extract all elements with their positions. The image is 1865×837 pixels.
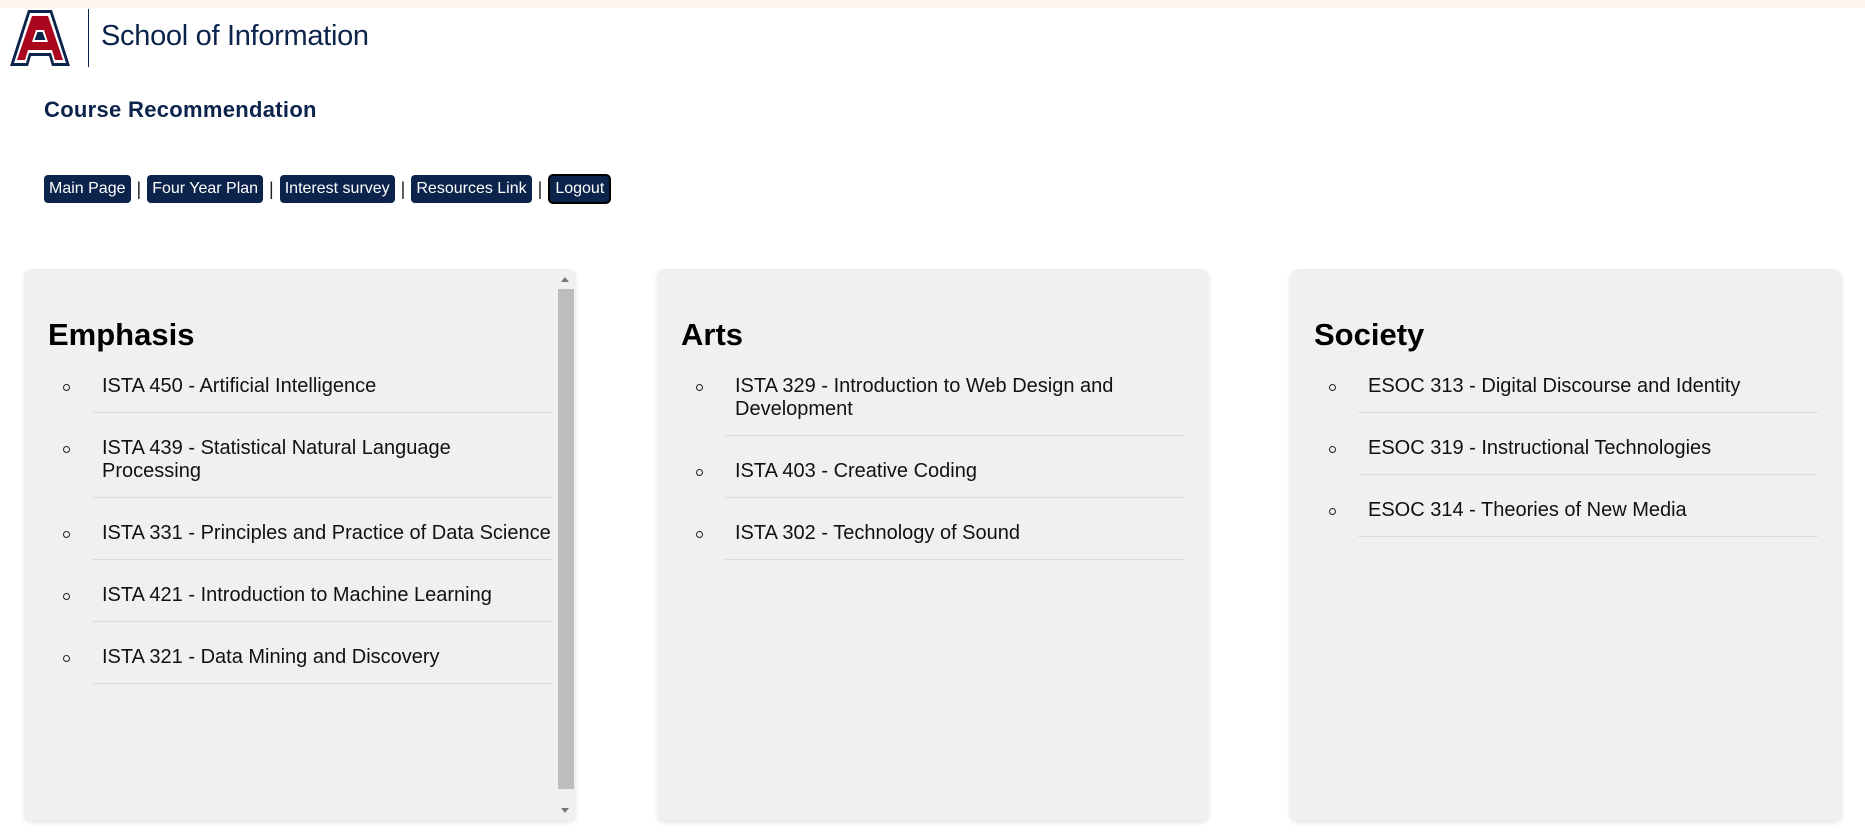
nav-main-page-button[interactable]: Main Page <box>44 175 131 203</box>
panel-emphasis: Emphasis ISTA 450 - Artificial Intellige… <box>24 269 576 821</box>
nav-separator: | <box>269 178 274 199</box>
panel-title: Arts <box>681 317 744 352</box>
school-name[interactable]: School of Information <box>101 20 369 53</box>
scroll-up-arrow-icon[interactable] <box>561 277 569 282</box>
course-item[interactable]: ISTA 439 - Statistical Natural Language … <box>63 437 552 498</box>
site-header: School of Information <box>8 8 369 68</box>
panel-title: Emphasis <box>48 317 195 352</box>
course-item[interactable]: ISTA 321 - Data Mining and Discovery <box>63 646 552 684</box>
course-item[interactable]: ESOC 314 - Theories of New Media <box>1329 499 1818 537</box>
nav-four-year-plan-button[interactable]: Four Year Plan <box>147 175 264 203</box>
course-item[interactable]: ESOC 313 - Digital Discourse and Identit… <box>1329 375 1818 413</box>
top-accent-strip <box>0 0 1865 8</box>
course-item[interactable]: ISTA 450 - Artificial Intelligence <box>63 375 552 413</box>
course-item[interactable]: ISTA 331 - Principles and Practice of Da… <box>63 522 552 560</box>
nav-separator: | <box>400 178 406 199</box>
scroll-thumb[interactable] <box>558 289 574 789</box>
course-item[interactable]: ISTA 421 - Introduction to Machine Learn… <box>63 584 552 622</box>
logo-divider <box>88 9 89 67</box>
panel-arts: Arts ISTA 329 - Introduction to Web Desi… <box>657 269 1209 821</box>
course-item[interactable]: ISTA 329 - Introduction to Web Design an… <box>696 375 1185 436</box>
course-item[interactable]: ESOC 319 - Instructional Technologies <box>1329 437 1818 475</box>
course-item[interactable]: ISTA 403 - Creative Coding <box>696 460 1185 498</box>
page-title: Course Recommendation <box>44 97 317 122</box>
nav-separator: | <box>537 178 543 199</box>
course-list: ISTA 450 - Artificial Intelligence ISTA … <box>63 375 552 684</box>
nav-separator: | <box>136 178 142 199</box>
panel-society: Society ESOC 313 - Digital Discourse and… <box>1290 269 1842 821</box>
main-nav: Main Page | Four Year Plan | Interest su… <box>44 174 612 204</box>
scroll-down-arrow-icon[interactable] <box>561 808 569 813</box>
panel-title: Society <box>1314 317 1425 352</box>
nav-resources-link-button[interactable]: Resources Link <box>411 175 532 203</box>
course-item[interactable]: ISTA 302 - Technology of Sound <box>696 522 1185 560</box>
panel-scrollbar[interactable] <box>556 269 574 821</box>
logout-button[interactable]: Logout <box>548 174 612 204</box>
university-logo-icon[interactable] <box>8 8 72 68</box>
course-list: ESOC 313 - Digital Discourse and Identit… <box>1329 375 1818 537</box>
nav-interest-survey-button[interactable]: Interest survey <box>279 175 395 203</box>
course-list: ISTA 329 - Introduction to Web Design an… <box>696 375 1185 560</box>
